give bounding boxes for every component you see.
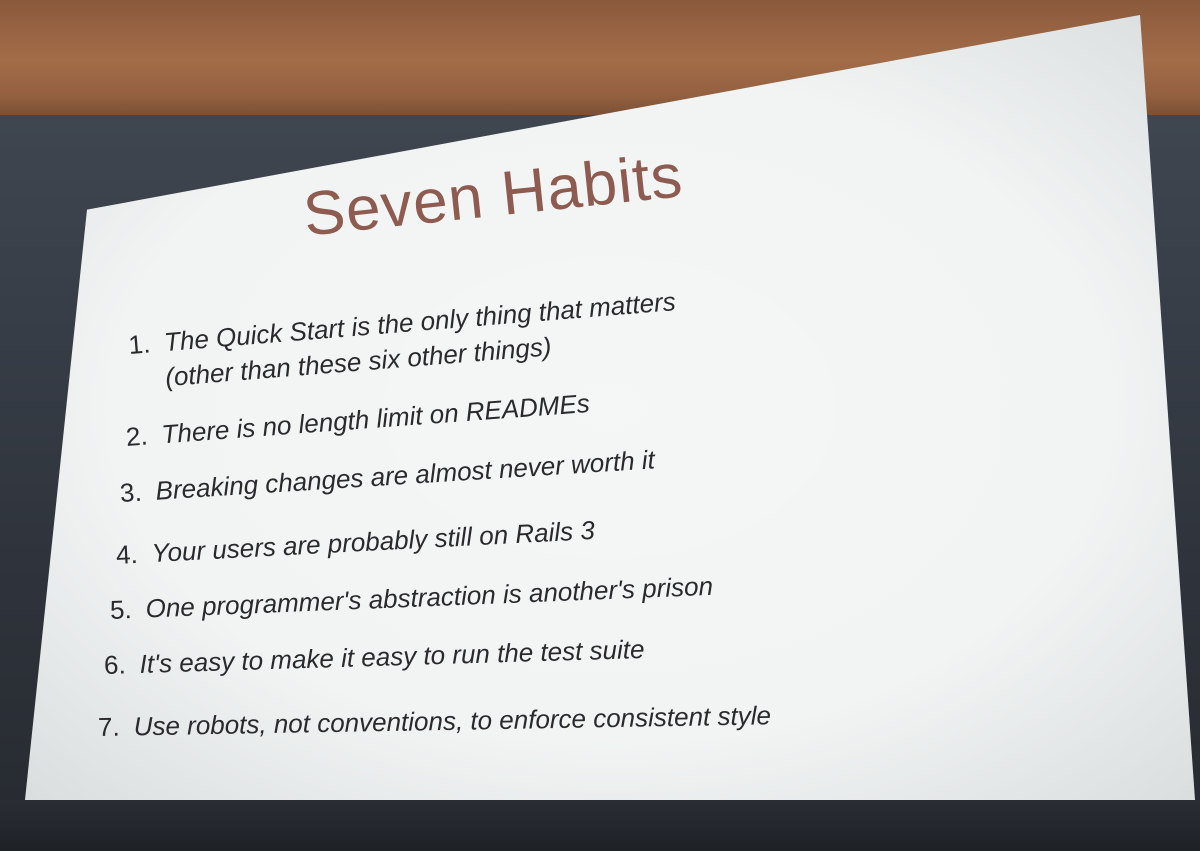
habit-text: There is no length limit on READMEs [160,387,591,450]
habit-number: 5. [109,594,133,625]
habit-item-3: 3. Breaking changes are almost never wort… [119,444,656,509]
habit-number: 1. [127,328,152,361]
habit-item-6: 6. It's easy to make it easy to run the t… [104,634,645,681]
habit-item-1: 1. The Quick Start is the only thing that… [127,286,679,396]
habit-text: Your users are probably still on Rails 3 [150,514,596,569]
habit-number: 3. [119,476,143,508]
slide-content: Seven Habits 1. The Quick Start is the on… [0,0,1200,851]
habit-item-7: 7. Use robots, not conventions, to enforc… [98,700,771,743]
habit-number: 4. [115,538,139,570]
conference-photo: Seven Habits 1. The Quick Start is the on… [0,0,1200,851]
habit-text: Breaking changes are almost never worth … [154,444,656,506]
slide-title: Seven Habits [300,141,686,250]
habit-text: It's easy to make it easy to run the tes… [139,633,645,679]
habit-number: 2. [124,420,149,452]
habit-number: 6. [103,649,127,680]
habit-number: 7. [97,711,120,742]
habit-text: Use robots, not conventions, to enforce … [133,700,772,742]
stage-bottom [0,800,1200,851]
habit-item-2: 2. There is no length limit on READMEs [125,388,591,453]
habit-item-4: 4. Your users are probably still on Rails… [115,515,595,571]
habit-text: One programmer's abstraction is another'… [145,570,714,624]
habit-item-5: 5. One programmer's abstraction is anothe… [109,571,713,626]
